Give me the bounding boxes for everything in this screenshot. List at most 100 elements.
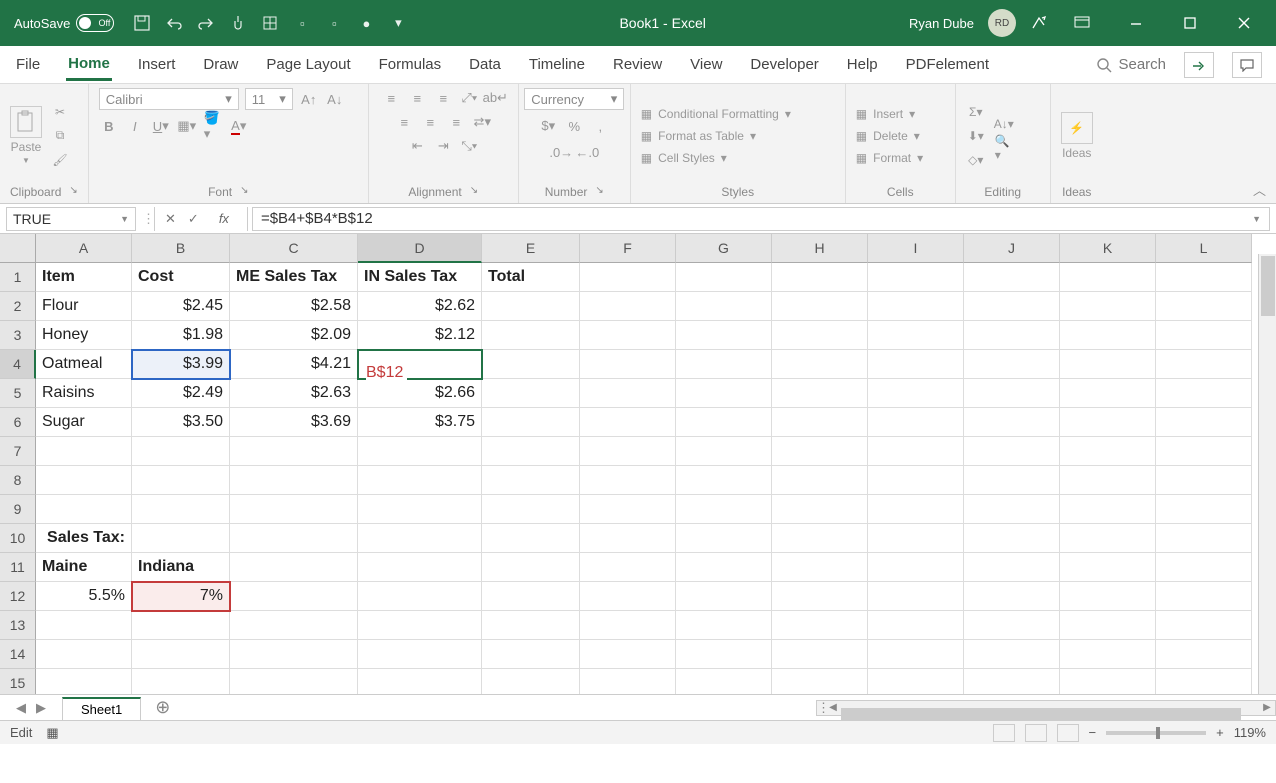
cell[interactable] (1060, 321, 1156, 350)
touch-mode-icon[interactable] (228, 13, 248, 33)
cell-D2[interactable]: $2.62 (358, 292, 482, 321)
cell[interactable] (482, 640, 580, 669)
minimize-button[interactable] (1116, 8, 1156, 38)
zoom-level[interactable]: 119% (1234, 725, 1266, 740)
sheet-nav-next-icon[interactable]: ▶ (36, 700, 46, 716)
page-layout-view-button[interactable] (1025, 724, 1047, 742)
save-icon[interactable] (132, 13, 152, 33)
cell[interactable] (868, 524, 964, 553)
col-header-C[interactable]: C (230, 234, 358, 263)
cell[interactable] (580, 292, 676, 321)
ideas-button[interactable]: ⚡Ideas (1061, 112, 1093, 160)
collapse-ribbon-icon[interactable]: ︿ (1253, 180, 1266, 199)
cell[interactable] (676, 379, 772, 408)
col-header-H[interactable]: H (772, 234, 868, 263)
cell[interactable] (964, 350, 1060, 379)
font-launcher[interactable]: ↘ (240, 185, 248, 199)
cell[interactable] (868, 553, 964, 582)
row-header-15[interactable]: 15 (0, 669, 36, 694)
cell[interactable] (580, 466, 676, 495)
cell[interactable] (580, 524, 676, 553)
fx-icon[interactable]: fx (211, 211, 237, 226)
normal-view-button[interactable] (993, 724, 1015, 742)
comments-button[interactable] (1232, 52, 1262, 78)
user-avatar[interactable]: RD (988, 9, 1016, 37)
cell[interactable] (36, 437, 132, 466)
cell[interactable] (1060, 408, 1156, 437)
cell-C2[interactable]: $2.58 (230, 292, 358, 321)
cell[interactable] (580, 553, 676, 582)
underline-button[interactable]: U▾ (151, 116, 171, 136)
cell[interactable] (230, 437, 358, 466)
cell[interactable] (964, 524, 1060, 553)
row-header-1[interactable]: 1 (0, 263, 36, 292)
cell[interactable] (868, 495, 964, 524)
cell[interactable] (1060, 466, 1156, 495)
cell-A5[interactable]: Raisins (36, 379, 132, 408)
cell[interactable] (1156, 611, 1252, 640)
row-header-2[interactable]: 2 (0, 292, 36, 321)
cell-B2[interactable]: $2.45 (132, 292, 230, 321)
cell-D4-editing[interactable]: =$B4+$B4*B$12 (358, 350, 482, 379)
sheet-nav-prev-icon[interactable]: ◀ (16, 700, 26, 716)
cell-B11[interactable]: Indiana (132, 553, 230, 582)
cell[interactable] (36, 495, 132, 524)
format-as-table-button[interactable]: ▦Format as Table ▾ (641, 129, 791, 143)
align-center-icon[interactable]: ≡ (420, 112, 440, 132)
cell[interactable] (964, 669, 1060, 694)
orientation2-icon[interactable]: ⤡▾ (459, 136, 479, 156)
row-header-10[interactable]: 10 (0, 524, 36, 553)
cell-B3[interactable]: $1.98 (132, 321, 230, 350)
col-header-I[interactable]: I (868, 234, 964, 263)
cell-A10[interactable]: Sales Tax: (36, 524, 132, 553)
cell-C4[interactable]: $4.21 (230, 350, 358, 379)
unknown-icon-3[interactable]: ● (356, 13, 376, 33)
increase-decimal-icon[interactable]: .0→ (551, 142, 571, 162)
cell[interactable] (580, 408, 676, 437)
sheet-tab-1[interactable]: Sheet1 (62, 697, 141, 720)
row-header-5[interactable]: 5 (0, 379, 36, 408)
cell-B12[interactable]: 7% (132, 582, 230, 611)
cell[interactable] (36, 669, 132, 694)
cell[interactable] (1156, 437, 1252, 466)
tab-file[interactable]: File (14, 50, 42, 79)
col-header-A[interactable]: A (36, 234, 132, 263)
cell-C6[interactable]: $3.69 (230, 408, 358, 437)
cell[interactable] (580, 640, 676, 669)
cell-A1[interactable]: Item (36, 263, 132, 292)
cell[interactable] (358, 640, 482, 669)
cell[interactable] (1060, 640, 1156, 669)
cell[interactable] (580, 669, 676, 694)
insert-cells-button[interactable]: ▦Insert ▾ (856, 107, 923, 121)
delete-cells-button[interactable]: ▦Delete ▾ (856, 129, 923, 143)
cell[interactable] (1060, 524, 1156, 553)
format-painter-icon[interactable]: 🖌 (50, 150, 70, 170)
cell[interactable] (964, 292, 1060, 321)
cell[interactable] (676, 408, 772, 437)
cell[interactable] (230, 553, 358, 582)
cell[interactable] (868, 611, 964, 640)
cell[interactable] (964, 379, 1060, 408)
cell[interactable] (676, 669, 772, 694)
cell[interactable] (868, 466, 964, 495)
unknown-icon-2[interactable]: ▫ (324, 13, 344, 33)
cell[interactable] (358, 553, 482, 582)
decrease-font-icon[interactable]: A↓ (325, 89, 345, 109)
col-header-J[interactable]: J (964, 234, 1060, 263)
cell[interactable] (132, 466, 230, 495)
cell[interactable] (580, 437, 676, 466)
col-header-D[interactable]: D (358, 234, 482, 263)
namebox-divider[interactable]: ⋮ (142, 211, 154, 227)
redo-icon[interactable] (196, 13, 216, 33)
cell[interactable] (482, 582, 580, 611)
cell[interactable] (230, 669, 358, 694)
cell[interactable] (1156, 408, 1252, 437)
cell[interactable] (1060, 437, 1156, 466)
vscroll-thumb[interactable] (1261, 256, 1275, 316)
tab-draw[interactable]: Draw (201, 50, 240, 79)
row-header-4[interactable]: 4 (0, 350, 36, 379)
cell[interactable] (676, 466, 772, 495)
unknown-icon-1[interactable]: ▫ (292, 13, 312, 33)
cell[interactable] (676, 350, 772, 379)
cell-A3[interactable]: Honey (36, 321, 132, 350)
